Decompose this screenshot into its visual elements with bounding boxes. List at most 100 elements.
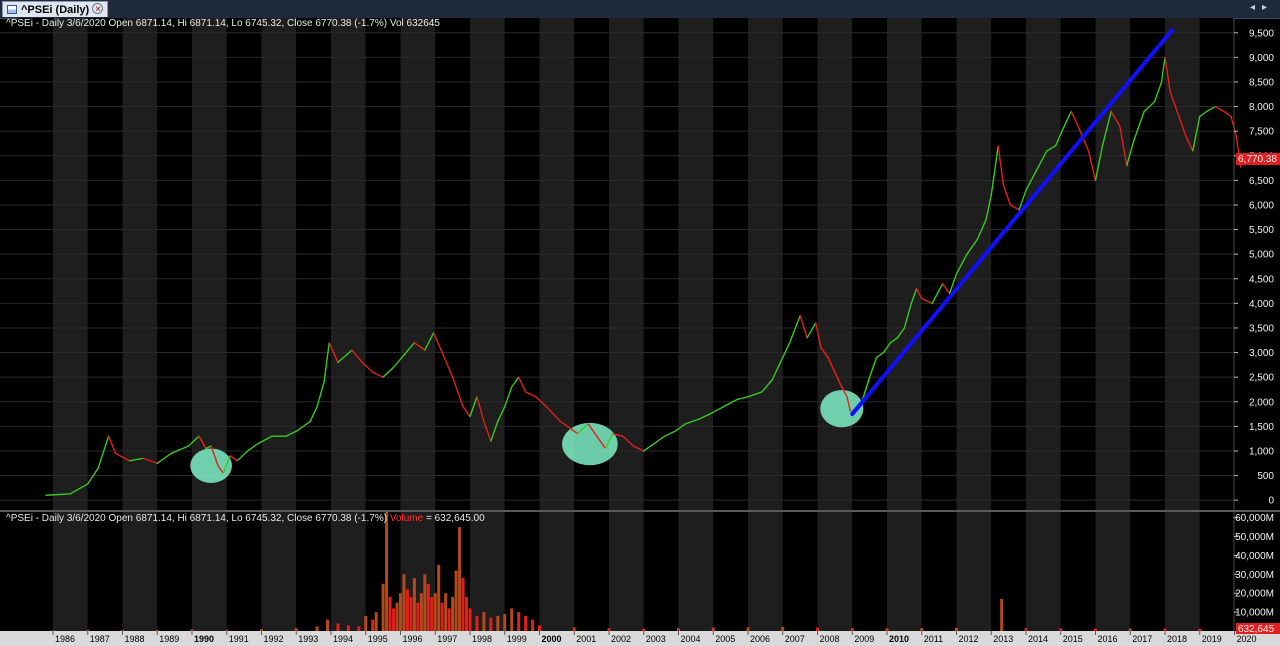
year-band-2001 bbox=[574, 18, 609, 631]
year-band-2019 bbox=[1199, 18, 1234, 631]
time-tick-label: 2004 bbox=[681, 634, 701, 644]
volume-bar bbox=[346, 625, 350, 631]
volume-bar bbox=[524, 615, 528, 631]
volume-bar bbox=[444, 593, 448, 631]
price-last-value: 6,770.38 bbox=[1238, 154, 1277, 165]
chart-window: ^PSEi (Daily) × ◂ ▸ 0 500 1,000 1,500 2,000 2… bbox=[0, 0, 1280, 646]
chart-icon bbox=[7, 5, 17, 14]
volume-bar bbox=[1094, 628, 1097, 631]
time-tick-label: 1988 bbox=[125, 634, 145, 644]
year-band-1988 bbox=[122, 18, 158, 631]
volume-bar bbox=[572, 627, 576, 631]
volume-tick-label: 40,000M bbox=[1235, 551, 1274, 562]
price-tick-label: 4,000 bbox=[1249, 299, 1274, 310]
time-tick-label: 1994 bbox=[333, 634, 353, 644]
volume-bar bbox=[920, 627, 924, 631]
year-band-1994 bbox=[331, 18, 366, 631]
volume-info-text: ^PSEi - Daily 3/6/2020 Open 6871.14, Hi … bbox=[6, 513, 485, 524]
volume-bar bbox=[155, 629, 159, 631]
volume-bar bbox=[371, 619, 375, 631]
time-tick-label: 2013 bbox=[993, 634, 1013, 644]
time-tick-label: 1996 bbox=[403, 634, 423, 644]
year-band-1997 bbox=[435, 18, 470, 631]
volume-bar bbox=[392, 608, 396, 631]
year-band-2007 bbox=[782, 18, 818, 631]
price-tick-label: 2,500 bbox=[1249, 373, 1274, 384]
year-band-1993 bbox=[296, 18, 331, 631]
price-tick-label: 5,000 bbox=[1249, 250, 1274, 261]
time-tick-label: 2008 bbox=[820, 634, 840, 644]
time-tick-label: 1990 bbox=[194, 634, 214, 644]
volume-bar bbox=[260, 629, 263, 631]
volume-bar bbox=[451, 597, 455, 631]
volume-bar bbox=[461, 578, 465, 631]
volume-bar bbox=[364, 615, 368, 631]
year-band-1992 bbox=[261, 18, 297, 631]
volume-bar bbox=[955, 627, 958, 631]
scroll-right-icon[interactable]: ▸ bbox=[1262, 2, 1267, 13]
volume-bar bbox=[405, 589, 409, 631]
new-tab-icon[interactable] bbox=[92, 3, 103, 14]
volume-bar bbox=[885, 628, 889, 631]
year-band-2013 bbox=[991, 18, 1026, 631]
volume-tick-label: 30,000M bbox=[1235, 570, 1274, 581]
time-tick-label: 1989 bbox=[159, 634, 179, 644]
time-tick-label: 1999 bbox=[507, 634, 527, 644]
volume-bar bbox=[475, 615, 479, 631]
volume-bar bbox=[1128, 628, 1132, 631]
volume-tick-label: 60,000M bbox=[1235, 513, 1274, 524]
volume-bar bbox=[423, 574, 427, 631]
volume-bar bbox=[746, 627, 750, 631]
year-band-2000 bbox=[539, 18, 575, 631]
time-tick-label: 2001 bbox=[576, 634, 596, 644]
volume-bar bbox=[86, 629, 90, 631]
time-tick-label: 2005 bbox=[715, 634, 735, 644]
year-band-2003 bbox=[643, 18, 679, 631]
year-band-1996 bbox=[400, 18, 436, 631]
volume-bar bbox=[517, 612, 521, 631]
year-band-2018 bbox=[1165, 18, 1200, 631]
time-tick-label: 2009 bbox=[854, 634, 874, 644]
volume-bar bbox=[850, 628, 854, 631]
year-band-2014 bbox=[1026, 18, 1061, 631]
time-tick-label: 1998 bbox=[472, 634, 492, 644]
volume-bar bbox=[395, 602, 399, 631]
volume-bar bbox=[399, 593, 402, 631]
price-tick-label: 0 bbox=[1268, 496, 1274, 507]
time-tick-label: 2003 bbox=[646, 634, 666, 644]
time-tick-label: 2016 bbox=[1098, 634, 1118, 644]
volume-bar bbox=[531, 619, 535, 631]
price-info-text: ^PSEi - Daily 3/6/2020 Open 6871.14, Hi … bbox=[6, 18, 440, 29]
volume-bar bbox=[496, 615, 500, 631]
volume-bar bbox=[482, 612, 486, 631]
highlight-ellipse-2 bbox=[562, 422, 618, 466]
price-tick-label: 1,500 bbox=[1249, 422, 1274, 433]
volume-bar bbox=[412, 578, 416, 631]
volume-info-prefix: ^PSEi - Daily 3/6/2020 Open 6871.14, Hi … bbox=[6, 513, 387, 524]
volume-bar bbox=[409, 597, 413, 631]
time-tick-label: 2019 bbox=[1202, 634, 1222, 644]
price-tick-label: 5,500 bbox=[1249, 225, 1274, 236]
price-tick-label: 8,500 bbox=[1249, 77, 1274, 88]
year-band-1991 bbox=[226, 18, 262, 631]
time-tick-label: 2017 bbox=[1132, 634, 1152, 644]
volume-info-value: = 632,645.00 bbox=[426, 513, 485, 524]
year-band-1999 bbox=[504, 18, 540, 631]
price-tick-label: 1,000 bbox=[1249, 446, 1274, 457]
price-tick-label: 6,000 bbox=[1249, 200, 1274, 211]
year-band-2015 bbox=[1060, 18, 1096, 631]
volume-bar bbox=[190, 629, 194, 631]
time-tick-label: 2007 bbox=[785, 634, 805, 644]
chart-area[interactable]: 0 500 1,000 1,500 2,000 2,500 3,000 3,500 4,000 4… bbox=[0, 18, 1280, 646]
year-band-2016 bbox=[1095, 18, 1131, 631]
year-band-1995 bbox=[365, 18, 401, 631]
volume-info-label: Volume bbox=[390, 513, 424, 524]
volume-bar bbox=[437, 564, 441, 631]
volume-bar bbox=[374, 612, 378, 631]
tab-label: ^PSEi (Daily) bbox=[21, 3, 90, 16]
time-tick-label: 1995 bbox=[368, 634, 388, 644]
time-tick-label: 2014 bbox=[1028, 634, 1048, 644]
scroll-left-icon[interactable]: ◂ bbox=[1250, 2, 1255, 13]
year-band-1985 bbox=[18, 18, 53, 631]
volume-bar bbox=[489, 617, 493, 631]
